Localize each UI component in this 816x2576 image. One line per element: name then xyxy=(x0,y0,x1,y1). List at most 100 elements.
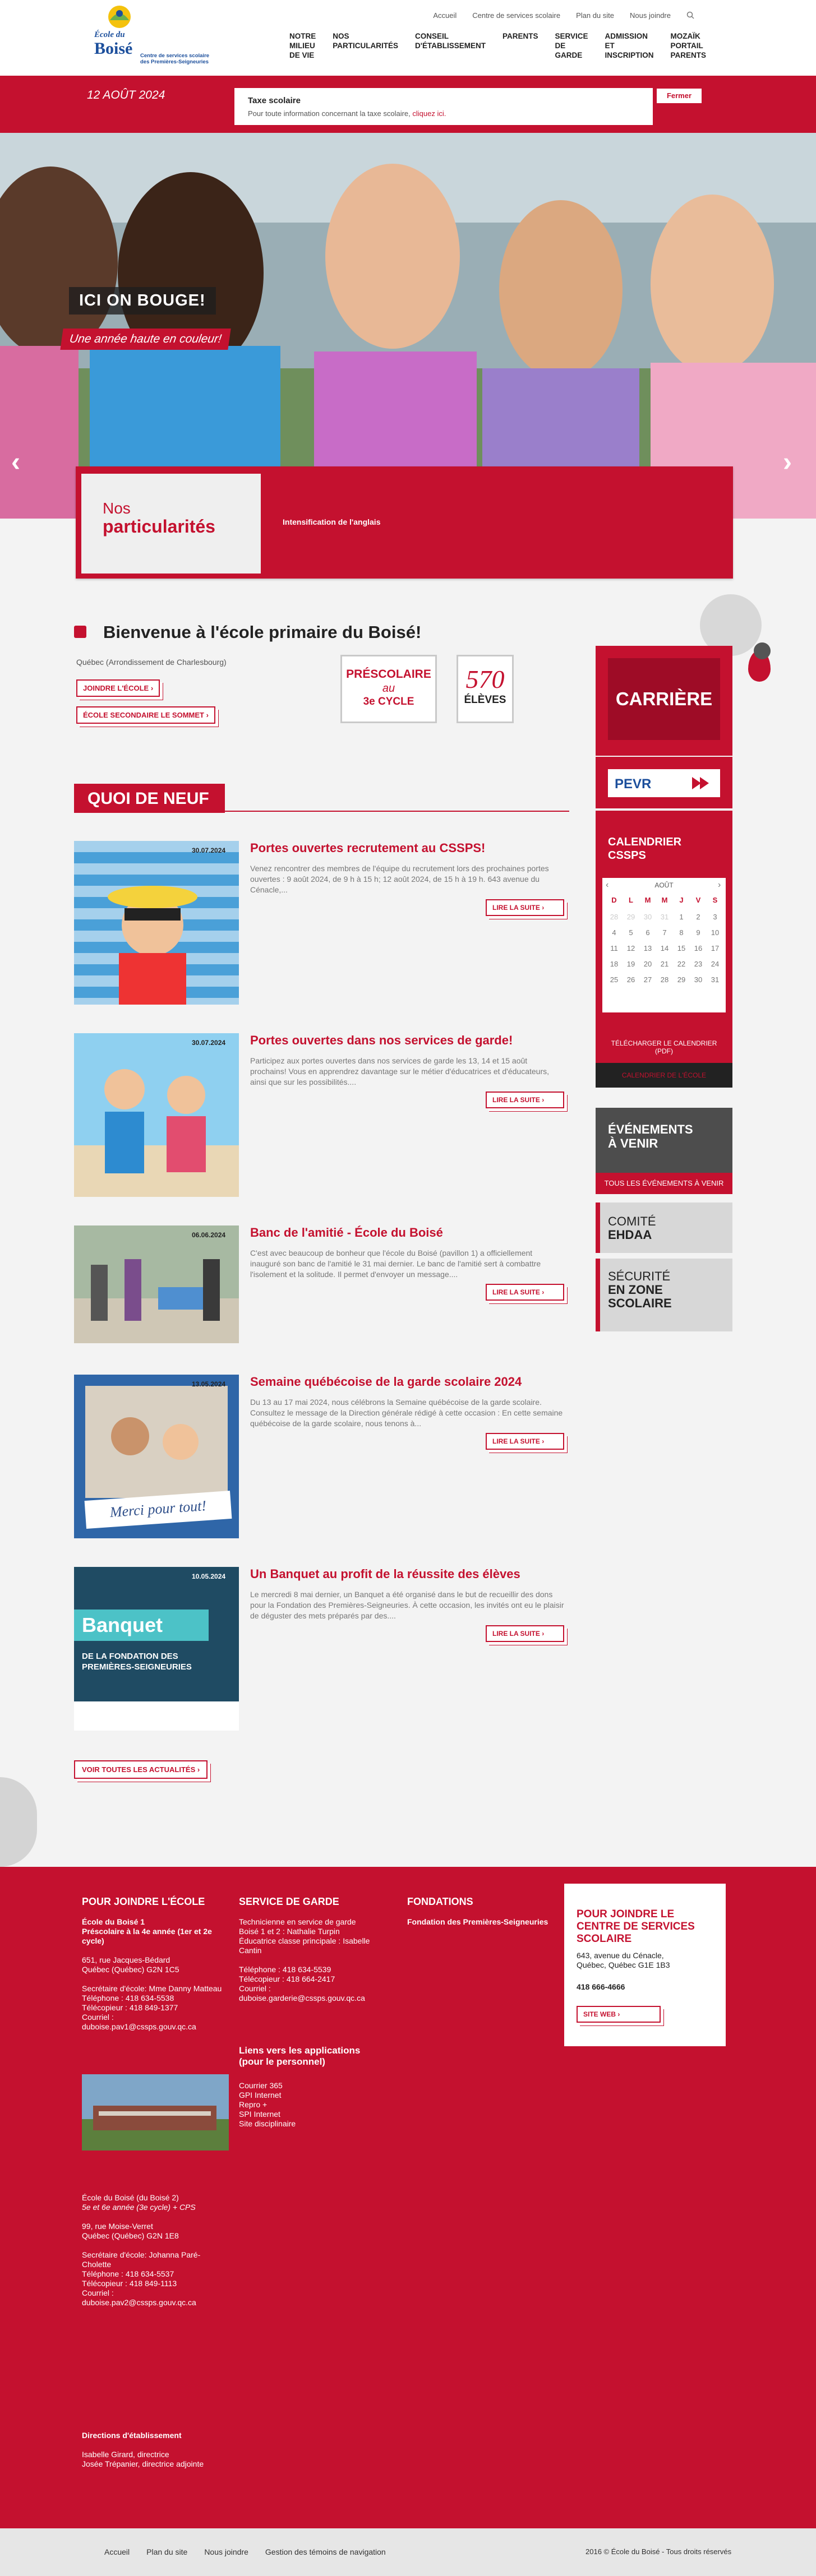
news-image[interactable]: Banquet DE LA FONDATION DES PREMIÈRES-SE… xyxy=(74,1567,239,1731)
read-more-button[interactable]: LIRE LA SUITE › xyxy=(486,1284,564,1301)
prev-slide-arrow[interactable]: ‹ xyxy=(11,447,20,478)
mainnav-line: SERVICE xyxy=(555,32,588,40)
calendar-date[interactable]: 31 xyxy=(656,913,673,921)
cal-next-icon[interactable]: › xyxy=(718,880,721,890)
school-calendar-link[interactable]: CALENDRIER DE L'ÉCOLE xyxy=(596,1063,732,1088)
calendar-date[interactable]: 10 xyxy=(707,928,723,937)
school1-mail[interactable]: Courriel : duboise.pav1@cssps.gouv.qc.ca xyxy=(82,2013,196,2031)
news-image[interactable] xyxy=(74,1033,239,1197)
topnav-css[interactable]: Centre de services scolaire xyxy=(472,11,560,20)
css-website-button[interactable]: SITE WEB › xyxy=(577,2006,661,2023)
contact-school-button[interactable]: JOINDRE L'ÉCOLE › xyxy=(76,679,160,697)
news-title[interactable]: Un Banquet au profit de la réussite des … xyxy=(250,1567,564,1581)
security-panel[interactable]: SÉCURITÉ EN ZONE SCOLAIRE xyxy=(596,1259,732,1331)
mainnav-line: PORTAIL xyxy=(670,41,703,50)
calendar-date[interactable]: 22 xyxy=(673,960,690,968)
calendar-date[interactable]: 30 xyxy=(639,913,656,921)
mainnav-item[interactable]: NOS PARTICULARITÉS xyxy=(333,31,398,60)
read-more-button[interactable]: LIRE LA SUITE › xyxy=(486,1433,564,1450)
read-more-button[interactable]: LIRE LA SUITE › xyxy=(486,899,564,916)
bottom-nav-plan[interactable]: Plan du site xyxy=(146,2547,187,2556)
mainnav-item[interactable]: SERVICE DE GARDE xyxy=(555,31,588,60)
mainnav-item[interactable]: ADMISSION ET INSCRIPTION xyxy=(605,31,654,60)
calendar-date[interactable]: 2 xyxy=(690,913,707,921)
read-more-button[interactable]: LIRE LA SUITE › xyxy=(486,1625,564,1642)
mainnav-item[interactable]: MOZAÏK PORTAIL PARENTS xyxy=(671,31,707,60)
calendar-date[interactable]: 13 xyxy=(639,944,656,952)
bottom-nav-joindre[interactable]: Nous joindre xyxy=(204,2547,248,2556)
calendar-date[interactable]: 12 xyxy=(623,944,639,952)
topnav-joindre[interactable]: Nous joindre xyxy=(630,11,671,20)
news-image[interactable] xyxy=(74,1225,239,1343)
calendar-date[interactable]: 25 xyxy=(606,975,623,984)
calendar-date[interactable]: 4 xyxy=(606,928,623,937)
calendar-date[interactable]: 15 xyxy=(673,944,690,952)
news-image[interactable]: Merci pour tout! xyxy=(74,1375,239,1538)
calendar-date[interactable]: 7 xyxy=(656,928,673,937)
calendar-date[interactable]: 24 xyxy=(707,960,723,968)
calendar-day-header: L xyxy=(629,896,633,904)
calendar-date[interactable]: 18 xyxy=(606,960,623,968)
calendar-date[interactable]: 9 xyxy=(690,928,707,937)
close-notice-button[interactable]: Fermer xyxy=(656,88,702,104)
calendar-date[interactable]: 6 xyxy=(639,928,656,937)
app-link[interactable]: Repro + xyxy=(239,2100,296,2110)
garde-mail[interactable]: Courriel : duboise.garderie@cssps.gouv.q… xyxy=(239,1984,365,2002)
bottom-nav-accueil[interactable]: Accueil xyxy=(104,2547,130,2556)
school2-mail[interactable]: Courriel : duboise.pav2@cssps.gouv.qc.ca xyxy=(82,2288,196,2307)
calendar-date[interactable]: 1 xyxy=(673,913,690,921)
read-more-button[interactable]: LIRE LA SUITE › xyxy=(486,1092,564,1108)
calendar-date[interactable]: 3 xyxy=(707,913,723,921)
app-link[interactable]: Site disciplinaire xyxy=(239,2119,296,2129)
calendar-date[interactable]: 28 xyxy=(606,913,623,921)
foundation-link[interactable]: Fondation des Premières-Seigneuries xyxy=(407,1917,548,1927)
news-title[interactable]: Semaine québécoise de la garde scolaire … xyxy=(250,1375,564,1389)
next-slide-arrow[interactable]: › xyxy=(783,447,792,478)
calendar-date[interactable]: 21 xyxy=(656,960,673,968)
calendar-date[interactable]: 23 xyxy=(690,960,707,968)
all-news-button[interactable]: VOIR TOUTES LES ACTUALITÉS › xyxy=(74,1760,208,1779)
mainnav-line: PARENTS xyxy=(670,51,707,59)
calendar-date[interactable]: 29 xyxy=(623,913,639,921)
all-events-link[interactable]: TOUS LES ÉVÉNEMENTS À VENIR xyxy=(596,1173,732,1194)
apps-list: Courrier 365 GPI Internet Repro + SPI Inter… xyxy=(239,2081,296,2129)
topnav-accueil[interactable]: Accueil xyxy=(433,11,457,20)
pevr-panel[interactable]: PEVR xyxy=(596,757,732,808)
bottom-nav-cookies[interactable]: Gestion des témoins de navigation xyxy=(265,2547,386,2556)
calendar-date[interactable]: 19 xyxy=(623,960,639,968)
calendar-date[interactable]: 27 xyxy=(639,975,656,984)
calendar-date[interactable]: 11 xyxy=(606,944,623,952)
mainnav-item[interactable]: NOTRE MILIEU DE VIE xyxy=(289,31,316,60)
calendar-date[interactable]: 8 xyxy=(673,928,690,937)
calendar-date[interactable]: 17 xyxy=(707,944,723,952)
calendar-date[interactable]: 28 xyxy=(656,975,673,984)
mainnav-item[interactable]: PARENTS xyxy=(502,31,538,60)
news-title[interactable]: Portes ouvertes dans nos services de gar… xyxy=(250,1033,564,1048)
calendar-date[interactable]: 26 xyxy=(623,975,639,984)
secondary-school-button[interactable]: ÉCOLE SECONDAIRE LE SOMMET › xyxy=(76,706,215,724)
mainnav-item[interactable]: CONSEIL D'ÉTABLISSEMENT xyxy=(415,31,486,60)
school-logo[interactable]: École du Boisé Centre de services scolai… xyxy=(94,3,209,70)
events-panel[interactable]: ÉVÉNEMENTS À VENIR TOUS LES ÉVÉNEMENTS À … xyxy=(596,1108,732,1194)
topnav-plan[interactable]: Plan du site xyxy=(576,11,614,20)
search-icon[interactable] xyxy=(686,11,694,19)
calendar-download-link[interactable]: TÉLÉCHARGER LE CALENDRIER (PDF) xyxy=(608,1039,720,1055)
calendar-date[interactable]: 31 xyxy=(707,975,723,984)
news-title[interactable]: Banc de l'amitié - École du Boisé xyxy=(250,1225,564,1240)
calendar-date[interactable]: 20 xyxy=(639,960,656,968)
calendar-date[interactable]: 30 xyxy=(690,975,707,984)
career-panel[interactable]: CARRIÈRE xyxy=(596,646,732,756)
calendar-date[interactable]: 29 xyxy=(673,975,690,984)
calendar-date[interactable]: 14 xyxy=(656,944,673,952)
calendar-date[interactable]: 5 xyxy=(623,928,639,937)
notice-link[interactable]: cliquez ici. xyxy=(412,109,446,118)
app-link[interactable]: Courrier 365 xyxy=(239,2081,296,2091)
calendar-date[interactable]: 16 xyxy=(690,944,707,952)
ehdaa-panel[interactable]: COMITÉ EHDAA xyxy=(596,1203,732,1253)
news-image[interactable] xyxy=(74,841,239,1005)
logo-mark xyxy=(108,6,131,28)
app-link[interactable]: GPI Internet xyxy=(239,2091,296,2100)
news-title[interactable]: Portes ouvertes recrutement au CSSPS! xyxy=(250,841,564,855)
particularity-item[interactable]: Intensification de l'anglais xyxy=(283,517,380,526)
app-link[interactable]: SPI Internet xyxy=(239,2110,296,2119)
